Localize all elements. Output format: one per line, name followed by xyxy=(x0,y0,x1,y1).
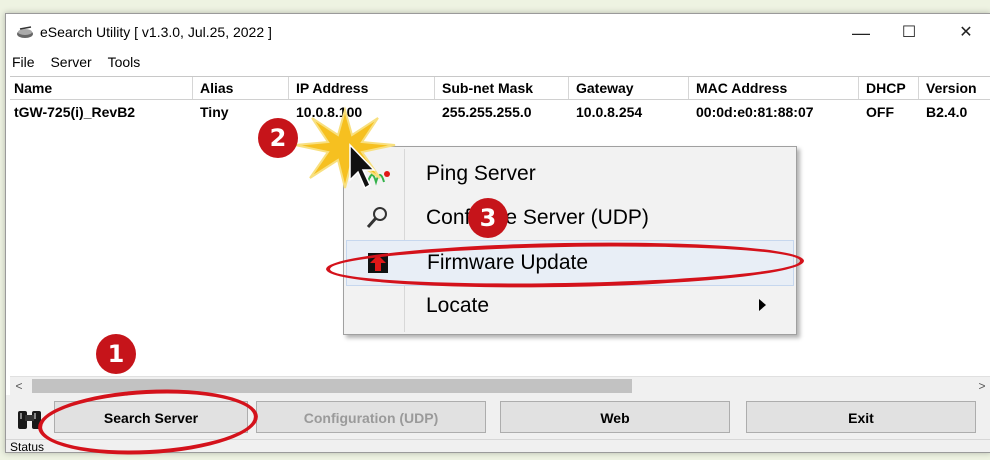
title-bar: eSearch Utility [ v1.3.0, Jul.25, 2022 ]… xyxy=(6,14,990,52)
status-text: Status xyxy=(10,440,45,453)
menu-tools[interactable]: Tools xyxy=(102,52,147,70)
step-badge-1: 1 xyxy=(96,334,136,374)
cell-subnet-mask: 255.255.255.0 xyxy=(442,104,532,120)
app-icon xyxy=(17,26,33,38)
cell-name: tGW-725(i)_RevB2 xyxy=(14,104,136,120)
click-burst-icon xyxy=(294,106,396,190)
col-version[interactable]: Version xyxy=(922,77,990,99)
minimize-button[interactable]: — xyxy=(841,18,881,48)
wrench-icon xyxy=(366,207,387,228)
maximize-button[interactable]: ☐ xyxy=(889,18,929,48)
cell-version: B2.4.0 xyxy=(926,104,968,120)
step-badge-3: 3 xyxy=(468,198,508,238)
menu-bar: File Server Tools xyxy=(6,52,990,74)
menu-item-locate[interactable]: Locate xyxy=(346,284,794,328)
web-button[interactable]: Web xyxy=(500,401,730,433)
col-ip-address[interactable]: IP Address xyxy=(292,77,435,99)
scroll-left-arrow-icon[interactable]: < xyxy=(10,377,28,395)
window-title: eSearch Utility [ v1.3.0, Jul.25, 2022 ] xyxy=(40,24,272,40)
menu-item-label: Ping Server xyxy=(426,162,536,185)
close-button[interactable]: ✕ xyxy=(946,18,986,48)
context-menu: Ping Server Configure Server (UDP) Firmw… xyxy=(343,146,797,335)
col-mac-address[interactable]: MAC Address xyxy=(692,77,859,99)
list-header: Name Alias IP Address Sub-net Mask Gatew… xyxy=(10,77,990,100)
menu-item-ping-server[interactable]: Ping Server xyxy=(346,152,794,196)
cell-mac-address: 00:0d:e0:81:88:07 xyxy=(696,104,814,120)
cell-gateway: 10.0.8.254 xyxy=(576,104,643,120)
step-badge-2: 2 xyxy=(258,118,298,158)
exit-button[interactable]: Exit xyxy=(746,401,976,433)
col-name[interactable]: Name xyxy=(10,77,193,99)
menu-item-label: Configure Server (UDP) xyxy=(426,206,649,229)
col-alias[interactable]: Alias xyxy=(196,77,289,99)
menu-item-configure-server-udp[interactable]: Configure Server (UDP) xyxy=(346,196,794,240)
configuration-udp-button[interactable]: Configuration (UDP) xyxy=(256,401,486,433)
menu-file[interactable]: File xyxy=(6,52,41,70)
col-dhcp[interactable]: DHCP xyxy=(862,77,919,99)
menu-item-label: Locate xyxy=(426,294,490,317)
cell-dhcp: OFF xyxy=(866,104,894,120)
scroll-thumb[interactable] xyxy=(32,379,632,393)
col-gateway[interactable]: Gateway xyxy=(572,77,689,99)
scroll-right-arrow-icon[interactable]: > xyxy=(973,377,990,395)
submenu-arrow-icon xyxy=(759,299,766,311)
col-subnet-mask[interactable]: Sub-net Mask xyxy=(438,77,569,99)
menu-server[interactable]: Server xyxy=(44,52,97,70)
